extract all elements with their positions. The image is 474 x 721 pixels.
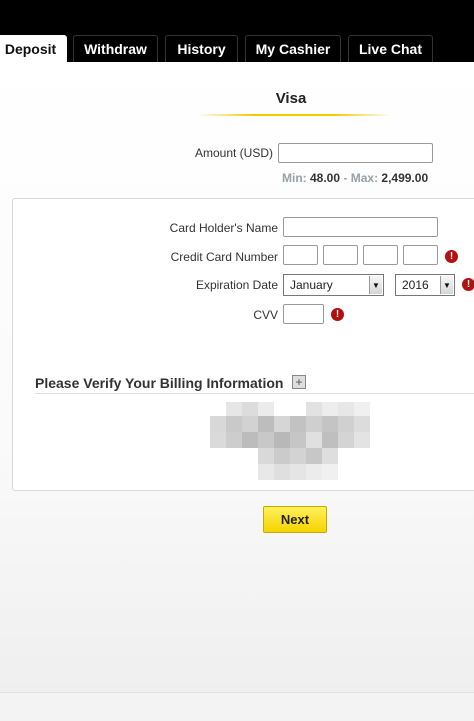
expand-icon[interactable]: + [292, 375, 306, 389]
card-holder-input[interactable] [283, 217, 438, 237]
card-number-part-2[interactable] [323, 245, 358, 265]
tab-withdraw[interactable]: Withdraw [73, 35, 158, 62]
expiry-error-icon: ! [462, 278, 474, 291]
billing-section-title: Please Verify Your Billing Information [35, 375, 284, 391]
amount-limits: Min: 48.00 - Max: 2,499.00 [282, 171, 428, 185]
card-number-part-3[interactable] [363, 245, 398, 265]
card-number-part-1[interactable] [283, 245, 318, 265]
expiry-month-select[interactable]: January ▼ [283, 274, 384, 296]
card-number-label: Credit Card Number [170, 250, 278, 264]
chevron-down-icon: ▼ [440, 276, 453, 294]
limits-separator: - [343, 171, 348, 185]
chevron-down-icon: ▼ [369, 276, 382, 294]
cvv-input[interactable] [283, 304, 324, 324]
min-value: 48.00 [310, 171, 341, 185]
bottom-bar [0, 692, 474, 721]
tab-strip: Deposit Withdraw History My Cashier Live… [0, 24, 474, 62]
tab-my-cashier[interactable]: My Cashier [245, 35, 341, 62]
expiry-year-value: 2016 [402, 278, 429, 292]
expiry-year-select[interactable]: 2016 ▼ [395, 274, 455, 296]
tab-deposit[interactable]: Deposit [0, 35, 67, 62]
cvv-label: CVV [253, 308, 278, 322]
top-bar [0, 0, 474, 24]
title-underline [196, 114, 392, 116]
card-holder-label: Card Holder's Name [169, 221, 278, 235]
section-divider [35, 393, 474, 394]
amount-input[interactable] [278, 143, 433, 163]
next-button[interactable]: Next [263, 506, 327, 533]
redacted-billing-info [210, 402, 386, 486]
expiry-month-value: January [290, 278, 333, 292]
cvv-error-icon: ! [331, 308, 344, 321]
amount-label: Amount (USD) [194, 146, 273, 160]
payment-method-title: Visa [275, 90, 307, 107]
card-number-part-4[interactable] [403, 245, 438, 265]
card-number-error-icon: ! [445, 250, 458, 263]
expiry-label: Expiration Date [195, 278, 278, 292]
max-value: 2,499.00 [381, 171, 429, 185]
tab-history[interactable]: History [165, 35, 238, 62]
tab-live-chat[interactable]: Live Chat [348, 35, 433, 62]
min-label: Min: [282, 171, 307, 185]
max-label: Max: [350, 171, 379, 185]
